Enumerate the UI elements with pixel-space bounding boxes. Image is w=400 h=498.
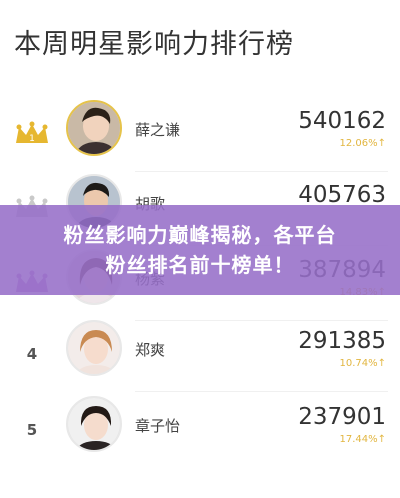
star-name: 郑爽 [135, 341, 166, 359]
score: 237901 [298, 404, 386, 430]
crown-gold-icon: 1 [12, 114, 52, 154]
avatar[interactable] [66, 320, 122, 376]
banner-line-2: 粉丝排名前十榜单！ [105, 253, 295, 277]
star-name: 薛之谦 [135, 121, 181, 139]
ranking-row[interactable]: 1 薛之谦 540162 12.06%↑ [0, 96, 400, 172]
avatar[interactable] [66, 396, 122, 452]
rank-number: 4 [26, 345, 38, 363]
rank-slot: 5 [12, 410, 52, 450]
rank-slot: 4 [12, 334, 52, 374]
avatar[interactable] [66, 100, 122, 156]
star-name: 章子怡 [135, 417, 181, 435]
headline-banner: 粉丝影响力巅峰揭秘，各平台 粉丝排名前十榜单！ [0, 205, 400, 295]
svg-text:1: 1 [29, 134, 35, 144]
percent-change: 17.44%↑ [339, 434, 386, 445]
score: 540162 [298, 108, 386, 134]
page-title: 本周明星影响力排行榜 [14, 29, 294, 60]
ranking-row[interactable]: 4 郑爽 291385 10.74%↑ [0, 316, 400, 392]
rank-number: 5 [26, 421, 38, 439]
percent-change: 12.06%↑ [339, 138, 386, 149]
percent-change: 10.74%↑ [339, 358, 386, 369]
score: 291385 [298, 328, 386, 354]
ranking-row[interactable]: 5 章子怡 237901 17.44%↑ [0, 392, 400, 468]
banner-line-1: 粉丝影响力巅峰揭秘，各平台 [63, 223, 337, 247]
